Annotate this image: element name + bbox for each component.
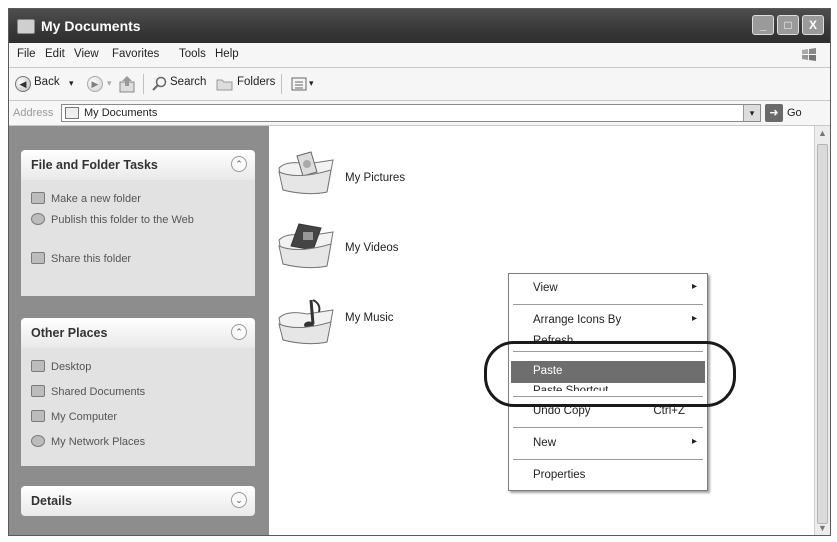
close-button[interactable]: X [802,15,824,35]
other-places-header[interactable]: Other Places ⌃ [21,318,255,348]
highlight-annotation [484,341,736,407]
back-dropdown-icon[interactable]: ▾ [69,78,74,89]
task-make-new-folder[interactable]: Make a new folder [31,192,141,206]
address-field[interactable]: My Documents ▾ [61,104,761,122]
menu-item-view[interactable]: View ▸ [511,278,705,300]
address-dropdown-icon[interactable]: ▾ [743,105,760,121]
file-folder-tasks-body: Make a new folder Publish this folder to… [21,180,255,296]
scroll-up-icon[interactable]: ▲ [818,128,827,138]
views-icon[interactable] [291,76,307,92]
search-button[interactable]: Search [170,76,206,88]
folder-icon [17,19,35,34]
go-arrow-icon[interactable]: ➜ [765,104,783,122]
network-icon [31,435,45,447]
scroll-down-icon[interactable]: ▼ [818,523,827,533]
menu-bar: File Edit View Favorites Tools Help [9,43,830,68]
minimize-button[interactable]: _ [752,15,774,35]
folder-label: My Videos [345,242,399,254]
collapse-icon[interactable]: ⌃ [231,156,247,172]
videos-folder-icon [278,223,334,269]
place-my-network-places[interactable]: My Network Places [31,435,145,449]
menu-separator [513,304,703,305]
submenu-arrow-icon: ▸ [691,436,697,447]
menu-file[interactable]: File [17,48,36,60]
title-bar[interactable]: My Documents _ □ X [9,9,830,43]
toolbar-separator [143,74,144,94]
menu-item-arrange-icons-by[interactable]: Arrange Icons By ▸ [511,310,705,332]
menu-tools[interactable]: Tools [179,48,206,60]
toolbar: ◀ Back ▾ ▶ ▾ Search Folders ▾ [9,68,830,101]
computer-icon [31,410,45,422]
back-arrow-icon[interactable]: ◀ [15,76,31,92]
toolbar-separator [281,74,282,94]
desktop-icon [31,360,45,372]
music-folder-icon [278,299,334,345]
views-dropdown-icon[interactable]: ▾ [309,78,314,89]
address-value[interactable]: My Documents [84,107,157,119]
file-folder-tasks-header[interactable]: File and Folder Tasks ⌃ [21,150,255,180]
panel-title: Other Places [31,326,108,340]
search-icon [152,76,167,91]
other-places-body: Desktop Shared Documents My Computer My … [21,348,255,466]
collapse-icon[interactable]: ⌃ [231,324,247,340]
go-button[interactable]: Go [787,107,802,119]
menu-separator [513,427,703,428]
share-folder-icon [31,252,45,264]
task-pane: File and Folder Tasks ⌃ Make a new folde… [9,126,269,535]
task-publish-folder[interactable]: Publish this folder to the Web [31,213,211,227]
details-header[interactable]: Details ⌄ [21,486,255,516]
maximize-button[interactable]: □ [777,15,799,35]
back-button[interactable]: Back [34,76,60,88]
vertical-scrollbar[interactable]: ▲ ▼ [814,126,830,535]
folders-icon [216,79,233,91]
address-label: Address [13,107,54,119]
folder-label: My Pictures [345,172,406,184]
menu-favorites[interactable]: Favorites [112,48,159,60]
menu-item-properties[interactable]: Properties [511,465,705,487]
forward-dropdown-icon[interactable]: ▾ [107,78,112,89]
place-my-computer[interactable]: My Computer [31,410,117,424]
task-share-folder[interactable]: Share this folder [31,252,131,266]
globe-icon [31,213,45,225]
up-folder-icon[interactable] [119,75,135,93]
folder-my-music[interactable]: My Music [277,296,394,351]
submenu-arrow-icon: ▸ [691,313,697,324]
folder-icon [31,385,45,397]
windows-logo-icon [802,48,816,61]
scrollbar-thumb[interactable] [817,144,828,524]
menu-item-new[interactable]: New ▸ [511,433,705,455]
window-title: My Documents [41,18,141,34]
address-bar: Address My Documents ▾ ➜ Go [9,101,830,126]
folder-icon [65,107,79,119]
folder-label: My Music [345,312,394,324]
panel-title: File and Folder Tasks [31,158,158,172]
panel-title: Details [31,494,72,508]
forward-arrow-icon[interactable]: ▶ [87,76,103,92]
place-shared-documents[interactable]: Shared Documents [31,385,145,399]
new-folder-icon [31,192,45,204]
place-desktop[interactable]: Desktop [31,360,91,374]
folders-button[interactable]: Folders [237,76,275,88]
menu-separator [513,459,703,460]
expand-icon[interactable]: ⌄ [231,492,247,508]
folder-my-videos[interactable]: My Videos [277,220,398,275]
submenu-arrow-icon: ▸ [691,281,697,292]
menu-edit[interactable]: Edit [45,48,65,60]
menu-view[interactable]: View [74,48,99,60]
folder-my-pictures[interactable]: My Pictures [277,150,405,201]
menu-help[interactable]: Help [215,48,239,60]
pictures-folder-icon [278,151,334,195]
